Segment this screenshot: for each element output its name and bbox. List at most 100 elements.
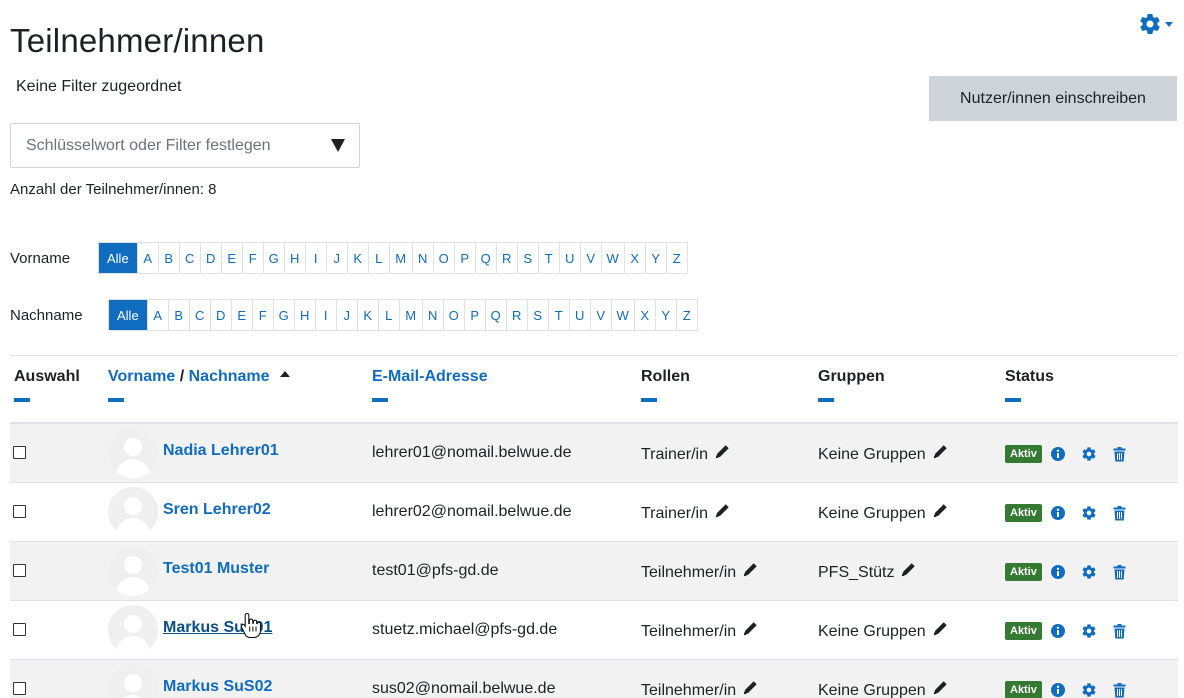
select-checkbox[interactable]: [13, 623, 26, 636]
pencil-icon[interactable]: [932, 503, 948, 524]
sort-email-link[interactable]: E-Mail-Adresse: [372, 368, 488, 385]
firstname-initial-o[interactable]: O: [432, 243, 454, 273]
lastname-initial-h[interactable]: H: [293, 300, 315, 330]
lastname-initial-u[interactable]: U: [568, 300, 590, 330]
firstname-initial-y[interactable]: Y: [644, 243, 666, 273]
pencil-icon[interactable]: [932, 680, 948, 698]
lastname-initial-n[interactable]: N: [421, 300, 443, 330]
collapse-column-icon[interactable]: [372, 398, 388, 402]
pencil-icon[interactable]: [742, 621, 758, 642]
info-icon[interactable]: [1050, 565, 1081, 579]
firstname-initial-c[interactable]: C: [178, 243, 200, 273]
pencil-icon[interactable]: [932, 621, 948, 642]
lastname-initial-a[interactable]: A: [146, 300, 168, 330]
sort-lastname-link[interactable]: Nachname: [189, 368, 270, 385]
firstname-initial-i[interactable]: I: [304, 243, 326, 273]
info-icon[interactable]: [1050, 506, 1081, 520]
trash-icon[interactable]: [1113, 682, 1142, 698]
lastname-initial-r[interactable]: R: [505, 300, 527, 330]
cog-icon[interactable]: [1081, 564, 1113, 580]
dropdown-arrow-icon[interactable]: [331, 139, 345, 152]
filter-input[interactable]: [26, 136, 316, 155]
firstname-initial-q[interactable]: Q: [474, 243, 496, 273]
collapse-column-icon[interactable]: [14, 398, 30, 402]
firstname-initial-g[interactable]: G: [262, 243, 284, 273]
firstname-initial-a[interactable]: A: [136, 243, 158, 273]
select-checkbox[interactable]: [13, 505, 26, 518]
firstname-initial-v[interactable]: V: [579, 243, 601, 273]
select-checkbox[interactable]: [13, 564, 26, 577]
info-icon[interactable]: [1050, 683, 1081, 697]
trash-icon[interactable]: [1113, 564, 1142, 580]
firstname-initial-u[interactable]: U: [558, 243, 580, 273]
avatar-icon[interactable]: [108, 605, 158, 655]
firstname-initial-t[interactable]: T: [537, 243, 559, 273]
avatar-icon[interactable]: [108, 664, 158, 698]
user-profile-link[interactable]: Sren Lehrer02: [163, 501, 271, 519]
lastname-initial-z[interactable]: Z: [675, 300, 697, 330]
lastname-initial-m[interactable]: M: [398, 300, 422, 330]
lastname-initial-x[interactable]: X: [633, 300, 655, 330]
cog-icon[interactable]: [1081, 505, 1113, 521]
firstname-initial-p[interactable]: P: [453, 243, 475, 273]
user-profile-link[interactable]: Test01 Muster: [163, 560, 269, 578]
user-profile-link[interactable]: Markus SuS02: [163, 678, 272, 696]
firstname-initial-x[interactable]: X: [623, 243, 645, 273]
lastname-initial-f[interactable]: F: [251, 300, 273, 330]
sort-firstname-link[interactable]: Vorname: [108, 368, 175, 385]
firstname-initial-n[interactable]: N: [411, 243, 433, 273]
lastname-initial-l[interactable]: L: [377, 300, 399, 330]
firstname-initial-l[interactable]: L: [367, 243, 389, 273]
enrol-users-button[interactable]: Nutzer/innen einschreiben: [929, 76, 1177, 121]
firstname-initial-d[interactable]: D: [199, 243, 221, 273]
page-actions-menu[interactable]: [1138, 10, 1178, 38]
firstname-initial-b[interactable]: B: [157, 243, 179, 273]
collapse-column-icon[interactable]: [108, 398, 124, 402]
firstname-initial-k[interactable]: K: [346, 243, 368, 273]
lastname-initial-t[interactable]: T: [547, 300, 569, 330]
filter-select[interactable]: [10, 123, 360, 168]
lastname-initial-b[interactable]: B: [167, 300, 189, 330]
lastname-initial-y[interactable]: Y: [654, 300, 676, 330]
lastname-initial-d[interactable]: D: [209, 300, 231, 330]
lastname-initial-s[interactable]: S: [526, 300, 548, 330]
collapse-column-icon[interactable]: [1005, 398, 1021, 402]
collapse-column-icon[interactable]: [641, 398, 657, 402]
lastname-initial-c[interactable]: C: [188, 300, 210, 330]
firstname-initial-j[interactable]: J: [325, 243, 347, 273]
firstname-initial-z[interactable]: Z: [665, 243, 687, 273]
firstname-initial-f[interactable]: F: [241, 243, 263, 273]
trash-icon[interactable]: [1113, 623, 1142, 639]
lastname-initial-g[interactable]: G: [272, 300, 294, 330]
firstname-initial-all[interactable]: Alle: [99, 243, 137, 273]
lastname-initial-j[interactable]: J: [335, 300, 357, 330]
trash-icon[interactable]: [1113, 505, 1142, 521]
user-profile-link[interactable]: Nadia Lehrer01: [163, 442, 279, 460]
firstname-initial-h[interactable]: H: [283, 243, 305, 273]
firstname-initial-w[interactable]: W: [600, 243, 624, 273]
pencil-icon[interactable]: [742, 680, 758, 698]
pencil-icon[interactable]: [900, 562, 916, 583]
pencil-icon[interactable]: [932, 444, 948, 465]
avatar-icon[interactable]: [108, 428, 158, 478]
avatar-icon[interactable]: [108, 487, 158, 537]
lastname-initial-e[interactable]: E: [230, 300, 252, 330]
info-icon[interactable]: [1050, 447, 1081, 461]
firstname-initial-e[interactable]: E: [220, 243, 242, 273]
lastname-initial-q[interactable]: Q: [484, 300, 506, 330]
trash-icon[interactable]: [1113, 446, 1142, 462]
lastname-initial-all[interactable]: Alle: [109, 300, 147, 330]
info-icon[interactable]: [1050, 624, 1081, 638]
lastname-initial-p[interactable]: P: [463, 300, 485, 330]
pencil-icon[interactable]: [714, 503, 730, 524]
cog-icon[interactable]: [1081, 682, 1113, 698]
firstname-initial-s[interactable]: S: [516, 243, 538, 273]
lastname-initial-v[interactable]: V: [589, 300, 611, 330]
collapse-column-icon[interactable]: [818, 398, 834, 402]
cog-icon[interactable]: [1081, 446, 1113, 462]
lastname-initial-o[interactable]: O: [442, 300, 464, 330]
select-checkbox[interactable]: [13, 682, 26, 695]
lastname-initial-w[interactable]: W: [610, 300, 634, 330]
select-checkbox[interactable]: [13, 446, 26, 459]
avatar-icon[interactable]: [108, 546, 158, 596]
